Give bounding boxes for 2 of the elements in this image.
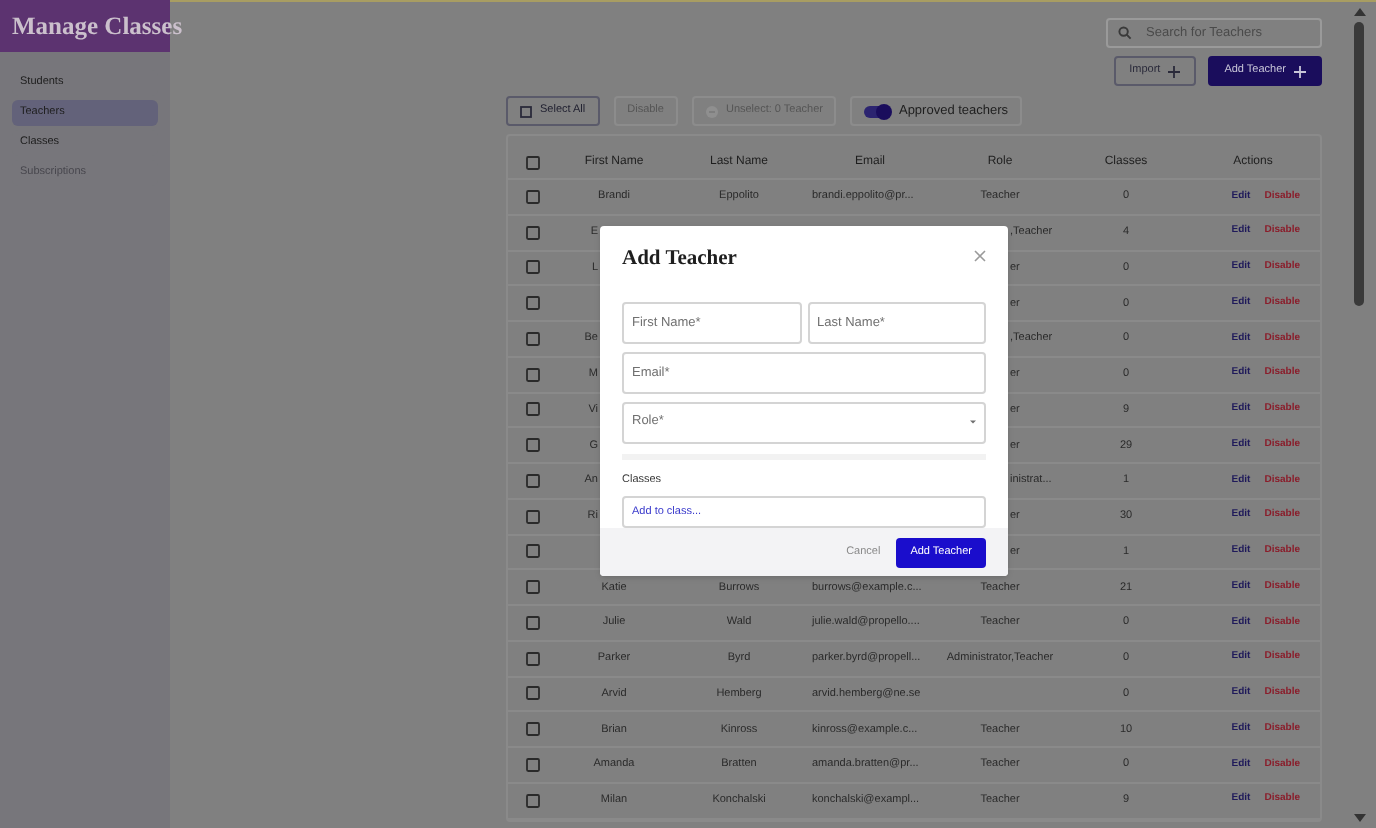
app-title: Manage Classes xyxy=(12,9,183,44)
dialog-title: Add Teacher xyxy=(622,246,737,274)
